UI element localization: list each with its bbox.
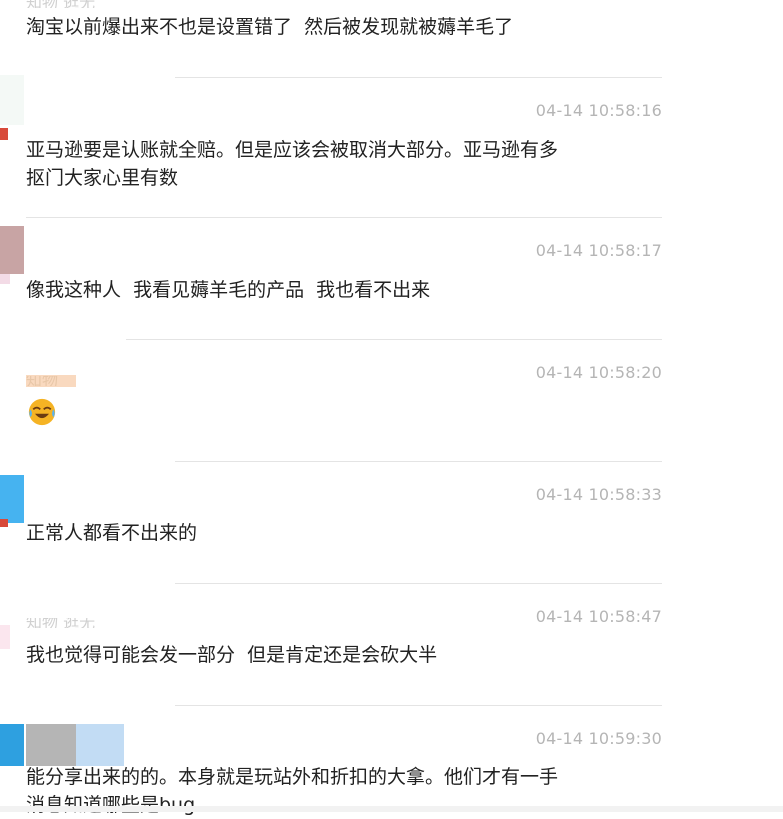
avatar[interactable] — [0, 724, 24, 766]
avatar[interactable] — [0, 226, 24, 274]
sender-name: 知物 — [26, 376, 59, 386]
avatar[interactable] — [0, 475, 24, 523]
message-text: 亚马逊要是认账就全赔。但是应该会被取消大部分。亚马逊有多 抠门大家心里有数 — [26, 139, 559, 189]
message-timestamp: 04-14 10:58:16 — [535, 101, 662, 120]
message-divider — [26, 217, 662, 218]
avatar[interactable] — [0, 625, 10, 649]
sender-name: 知物 逛无 — [26, 0, 95, 8]
message-text: 正常人都看不出来的 — [26, 522, 198, 544]
face-with-tears-of-joy-emoji — [26, 398, 58, 426]
message-divider — [175, 461, 662, 462]
chat-message-list[interactable]: 知物 逛无 淘宝以前爆出来不也是设置错了 然后被发现就被薅羊毛了 04-14 1… — [0, 0, 783, 816]
avatar[interactable] — [0, 519, 8, 527]
message-text: 淘宝以前爆出来不也是设置错了 然后被发现就被薅羊毛了 — [26, 16, 514, 38]
avatar[interactable] — [0, 274, 10, 284]
avatar[interactable] — [0, 128, 8, 140]
message-divider — [175, 77, 662, 78]
avatar[interactable] — [0, 75, 24, 125]
message-text: 像我这种人 我看见薅羊毛的产品 我也看不出来 — [26, 279, 431, 301]
message-divider — [175, 705, 662, 706]
message-timestamp: 04-14 10:59:30 — [535, 729, 662, 748]
avatar[interactable] — [76, 724, 124, 766]
message-divider — [126, 339, 662, 340]
message-timestamp: 04-14 10:58:47 — [535, 607, 662, 626]
message-divider — [175, 583, 662, 584]
message-timestamp: 04-14 10:58:33 — [535, 485, 662, 504]
scroll-edge — [0, 806, 783, 812]
message-timestamp: 04-14 10:58:20 — [535, 363, 662, 382]
message-timestamp: 04-14 10:58:17 — [535, 241, 662, 260]
sender-name: 知物 逛无 — [26, 618, 96, 628]
avatar[interactable] — [26, 724, 76, 766]
message-text: 我也觉得可能会发一部分 但是肯定还是会砍大半 — [26, 644, 438, 666]
